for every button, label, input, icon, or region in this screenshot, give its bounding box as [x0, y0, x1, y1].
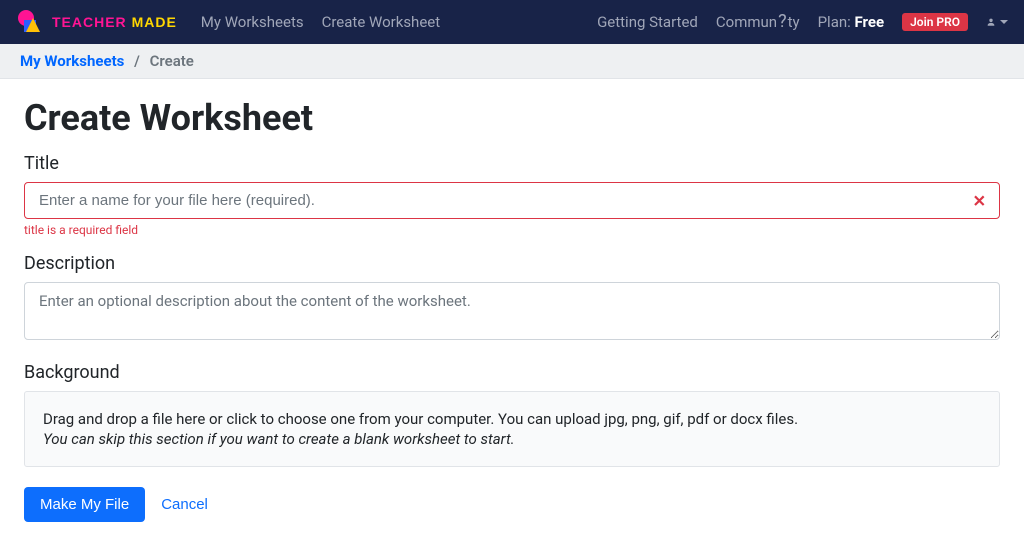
cancel-button[interactable]: Cancel — [161, 496, 208, 513]
brand-logo[interactable]: TEACHER MADE — [16, 8, 177, 36]
page-title: Create Worksheet — [24, 97, 1000, 139]
logo-icon — [16, 8, 44, 36]
background-label: Background — [24, 362, 1000, 383]
form-actions: Make My File Cancel — [24, 487, 1000, 522]
nav-links-right: Getting Started Commun?ty Plan: Free Joi… — [597, 11, 1008, 33]
dropzone-subtext: You can skip this section if you want to… — [43, 430, 981, 448]
breadcrumb-current: Create — [150, 52, 194, 70]
navbar: TEACHER MADE My Worksheets Create Worksh… — [0, 0, 1024, 44]
submit-button[interactable]: Make My File — [24, 487, 145, 522]
background-dropzone[interactable]: Drag and drop a file here or click to ch… — [24, 391, 1000, 467]
title-input[interactable] — [24, 182, 1000, 219]
main-content: Create Worksheet Title ✕ title is a requ… — [0, 79, 1024, 540]
user-menu[interactable] — [986, 11, 1008, 33]
description-input[interactable] — [24, 282, 1000, 340]
nav-links-left: My Worksheets Create Worksheet — [201, 13, 440, 31]
question-icon: ? — [778, 11, 787, 32]
nav-getting-started[interactable]: Getting Started — [597, 13, 698, 31]
breadcrumb-separator: / — [134, 52, 140, 70]
title-input-wrapper: ✕ — [24, 182, 1000, 219]
title-error-text: title is a required field — [24, 223, 1000, 237]
breadcrumb-my-worksheets[interactable]: My Worksheets — [20, 52, 124, 70]
join-pro-button[interactable]: Join PRO — [902, 13, 968, 31]
breadcrumb: My Worksheets / Create — [0, 44, 1024, 79]
brand-text: TEACHER MADE — [52, 14, 177, 30]
nav-create-worksheet[interactable]: Create Worksheet — [322, 13, 441, 31]
error-icon: ✕ — [973, 191, 986, 210]
dropzone-text: Drag and drop a file here or click to ch… — [43, 410, 981, 428]
title-label: Title — [24, 153, 1000, 174]
nav-community[interactable]: Commun?ty — [716, 12, 800, 33]
description-label: Description — [24, 253, 1000, 274]
plan-indicator: Plan: Free — [818, 13, 885, 31]
nav-my-worksheets[interactable]: My Worksheets — [201, 13, 304, 31]
user-icon — [986, 12, 996, 32]
chevron-down-icon — [1000, 20, 1008, 24]
